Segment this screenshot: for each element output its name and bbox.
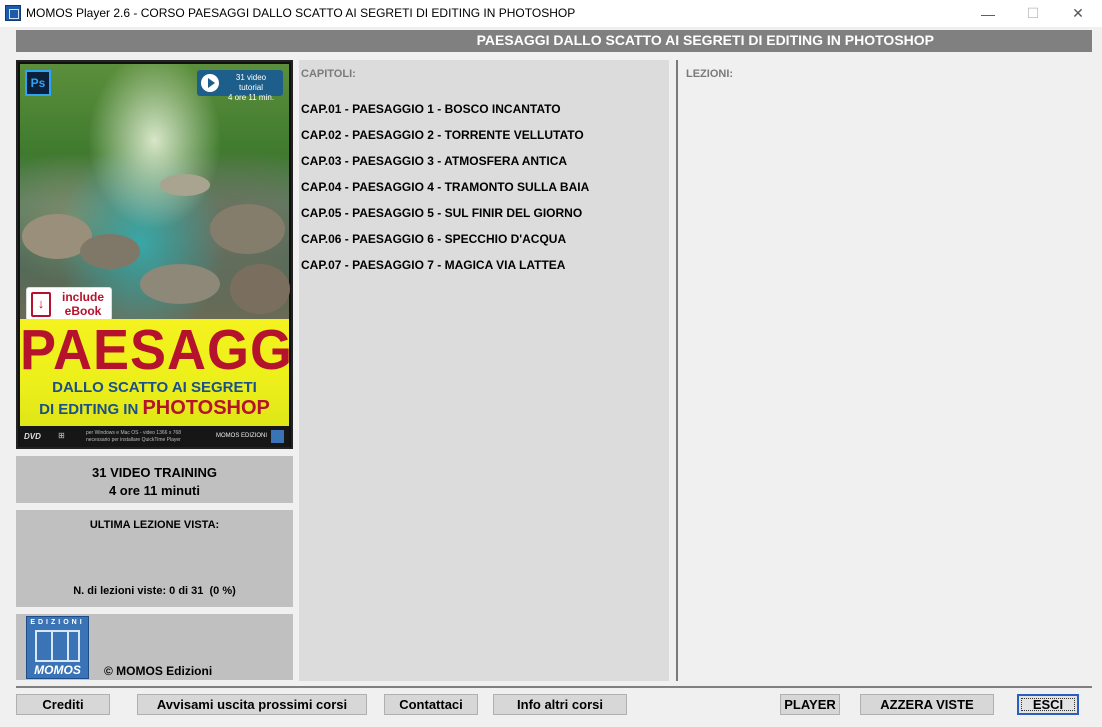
chapter-item[interactable]: CAP.06 - PAESAGGIO 6 - SPECCHIO D'ACQUA: [301, 232, 589, 258]
cover-main-title: PAESAGGI: [20, 318, 293, 382]
os-icons: ⊞: [58, 431, 65, 440]
app-icon: [5, 5, 21, 21]
video-badge-duration: 4 ore 11 min.: [227, 93, 275, 102]
cover-publisher: MOMOS EDIZIONI: [216, 433, 267, 439]
cover-specs: per Windows e Mac OS - video 1366 x 768 …: [86, 430, 182, 443]
chapters-panel: CAPITOLI: CAP.01 - PAESAGGIO 1 - BOSCO I…: [299, 60, 669, 681]
lessons-progress: N. di lezioni viste: 0 di 31 (0 %): [73, 585, 236, 597]
course-cover-image: Ps 31 video tutorial 4 ore 11 min. ↓ inc…: [16, 60, 293, 449]
publisher-box: EDIZIONI MOMOS © MOMOS Edizioni: [16, 614, 293, 680]
cover-footer: DVD ⊞ per Windows e Mac OS - video 1366 …: [20, 426, 289, 447]
publisher-logo-icon: [271, 430, 284, 443]
chapter-item[interactable]: CAP.04 - PAESAGGIO 4 - TRAMONTO SULLA BA…: [301, 180, 589, 206]
player-button[interactable]: PLAYER: [780, 694, 840, 715]
ebook-line1: include: [61, 290, 104, 304]
bottom-separator: [16, 686, 1092, 688]
training-count: 31 VIDEO TRAINING: [92, 465, 217, 480]
chapter-item[interactable]: CAP.07 - PAESAGGIO 7 - MAGICA VIA LATTEA: [301, 258, 589, 284]
ebook-line2: eBook: [64, 304, 102, 318]
chapter-item[interactable]: CAP.01 - PAESAGGIO 1 - BOSCO INCANTATO: [301, 102, 589, 128]
course-title: PAESAGGI DALLO SCATTO AI SEGRETI DI EDIT…: [476, 32, 934, 48]
download-icon: ↓: [31, 292, 51, 317]
chapter-item[interactable]: CAP.05 - PAESAGGIO 5 - SUL FINIR DEL GIO…: [301, 206, 589, 232]
logo-figure-icon: [35, 630, 80, 662]
contact-button[interactable]: Contattaci: [384, 694, 478, 715]
chapter-item[interactable]: CAP.03 - PAESAGGIO 3 - ATMOSFERA ANTICA: [301, 154, 589, 180]
last-lesson-label: ULTIMA LEZIONE VISTA:: [89, 519, 220, 531]
reset-views-button[interactable]: AZZERA VISTE: [860, 694, 994, 715]
lessons-panel[interactable]: LEZIONI:: [676, 60, 1092, 681]
rock-shape: [140, 264, 220, 304]
chapter-list: CAP.01 - PAESAGGIO 1 - BOSCO INCANTATO C…: [301, 102, 589, 284]
window-title: MOMOS Player 2.6 - CORSO PAESAGGI DALLO …: [26, 6, 576, 20]
cover-subtitle-2: DI EDITING IN PHOTOSHOP: [39, 397, 270, 419]
lessons-label: LEZIONI:: [686, 68, 734, 80]
cover-subtitle-1: DALLO SCATTO AI SEGRETI: [52, 379, 257, 396]
chapter-item[interactable]: CAP.02 - PAESAGGIO 2 - TORRENTE VELLUTAT…: [301, 128, 589, 154]
other-courses-info-button[interactable]: Info altri corsi: [493, 694, 627, 715]
training-info-box: 31 VIDEO TRAINING 4 ore 11 minuti: [16, 456, 293, 503]
exit-button[interactable]: ESCI: [1017, 694, 1079, 715]
cover-title-band: PAESAGGI DALLO SCATTO AI SEGRETI DI EDIT…: [20, 318, 293, 426]
title-bar: MOMOS Player 2.6 - CORSO PAESAGGI DALLO …: [0, 0, 1102, 27]
dvd-logo: DVD: [24, 432, 41, 441]
credits-button[interactable]: Crediti: [16, 694, 110, 715]
landscape-photo: Ps 31 video tutorial 4 ore 11 min. ↓ inc…: [20, 64, 290, 321]
header-band: PAESAGGI DALLO SCATTO AI SEGRETI DI EDIT…: [16, 30, 1092, 52]
chapters-label: CAPITOLI:: [301, 68, 356, 80]
rock-shape: [80, 234, 140, 269]
ebook-badge: ↓ include eBook: [26, 287, 112, 321]
rock-shape: [210, 204, 285, 254]
copyright-text: © MOMOS Edizioni: [104, 664, 213, 678]
cover-subtitle-highlight: PHOTOSHOP: [142, 397, 270, 419]
notify-next-courses-button[interactable]: Avvisami uscita prossimi corsi: [137, 694, 367, 715]
minimize-button[interactable]: —: [965, 0, 1011, 27]
maximize-button[interactable]: ☐: [1010, 0, 1056, 27]
rock-shape: [230, 264, 290, 314]
training-duration: 4 ore 11 minuti: [108, 483, 201, 498]
video-badge: 31 video tutorial 4 ore 11 min.: [197, 70, 283, 102]
momos-logo: EDIZIONI MOMOS: [26, 616, 89, 679]
close-button[interactable]: ✕: [1055, 0, 1101, 27]
video-badge-count: 31 video tutorial: [235, 73, 267, 92]
rock-shape: [160, 174, 210, 196]
photoshop-icon: Ps: [25, 70, 51, 96]
play-icon: [201, 74, 219, 92]
last-lesson-box: ULTIMA LEZIONE VISTA: N. di lezioni vist…: [16, 510, 293, 607]
